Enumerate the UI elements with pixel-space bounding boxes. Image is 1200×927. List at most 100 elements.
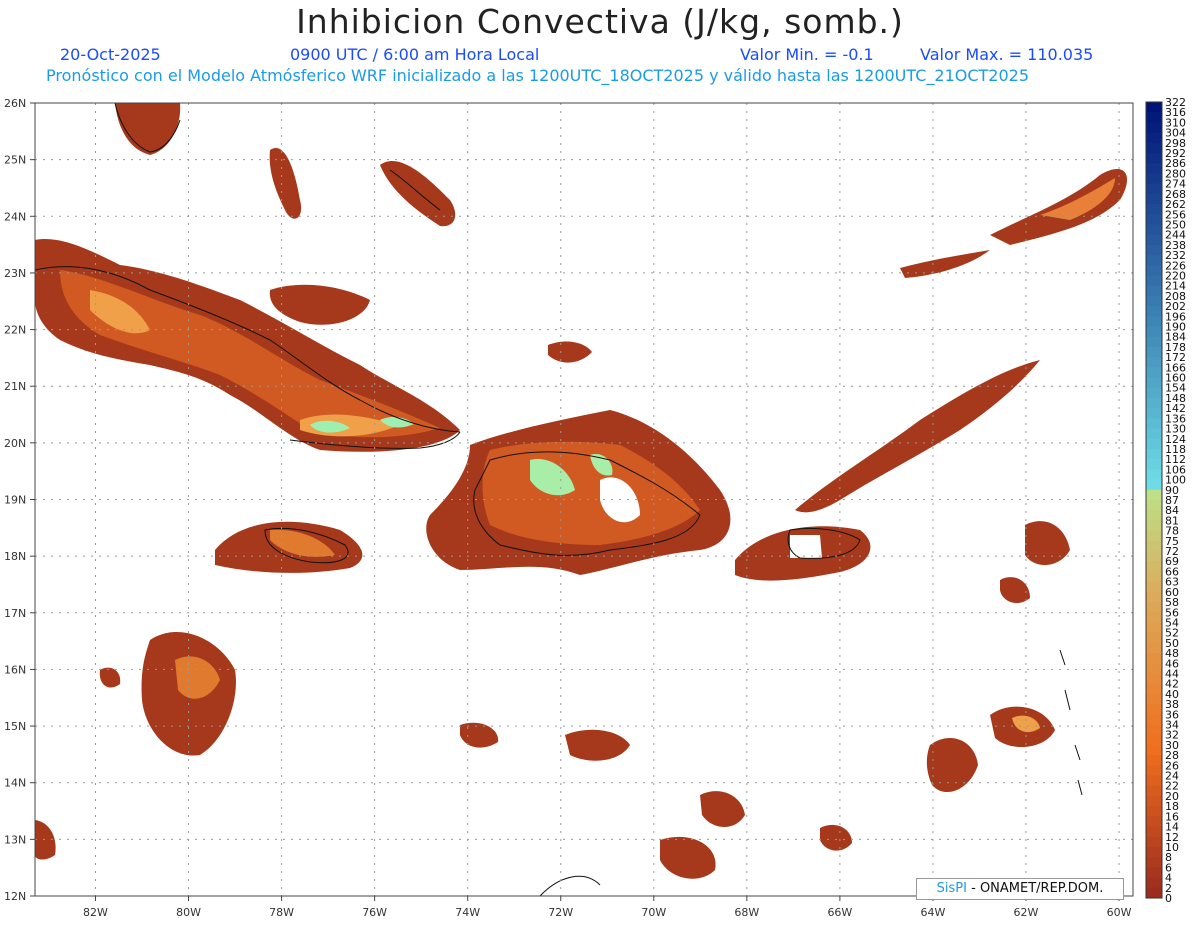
lon-label: 62W (1014, 906, 1039, 919)
lat-label: 23N (4, 267, 26, 280)
colorbar-swatch (1146, 102, 1162, 113)
colorbar-swatch (1146, 214, 1162, 225)
colorbar-swatch (1146, 816, 1162, 828)
colorbar-swatch (1146, 734, 1162, 746)
colorbar-swatch (1146, 693, 1162, 705)
colorbar-swatch (1146, 500, 1162, 511)
colorbar-swatch (1146, 418, 1162, 430)
colorbar-swatch (1146, 336, 1162, 348)
credit-org: - ONAMET/REP.DOM. (966, 881, 1104, 896)
colorbar-swatch (1146, 316, 1162, 328)
colorbar-swatch (1146, 612, 1162, 623)
colorbar-swatch (1146, 153, 1162, 164)
lon-label: 66W (827, 906, 852, 919)
colorbar-swatch (1146, 173, 1162, 185)
colorbar-swatch (1146, 806, 1162, 817)
colorbar-swatch (1146, 755, 1162, 766)
lat-label: 19N (4, 494, 26, 507)
colorbar-swatch (1146, 306, 1162, 317)
colorbar-swatch (1146, 602, 1162, 613)
colorbar: 3223163103042982922862802742682622562502… (1145, 96, 1186, 905)
colorbar-swatch (1146, 224, 1162, 236)
colorbar-swatch (1146, 469, 1162, 481)
colorbar-swatch (1146, 673, 1162, 685)
colorbar-swatch (1146, 367, 1162, 379)
colorbar-swatch (1146, 663, 1162, 674)
colorbar-swatch (1146, 438, 1162, 450)
lon-label: 64W (921, 906, 946, 919)
lon-label: 80W (176, 906, 201, 919)
colorbar-swatch (1146, 551, 1162, 562)
lat-label: 22N (4, 324, 26, 337)
colorbar-swatch (1146, 826, 1162, 838)
colorbar-swatch (1146, 142, 1162, 154)
colorbar-swatch (1146, 326, 1162, 338)
colorbar-swatch (1146, 255, 1162, 266)
latitude-labels: 26N 25N 24N 23N 22N 21N 20N 19N 18N 17N 16N 15N 14N 1… (4, 97, 35, 903)
colorbar-swatch (1146, 397, 1162, 409)
cin-map: 26N 25N 24N 23N 22N 21N 20N 19N 18N 17N 16N 15N 14N 1… (4, 96, 1186, 919)
colorbar-swatch (1146, 714, 1162, 726)
colorbar-swatch (1146, 285, 1162, 297)
colorbar-swatch (1146, 704, 1162, 715)
lon-label: 74W (455, 906, 480, 919)
colorbar-swatch (1146, 530, 1162, 542)
colorbar-swatch (1146, 877, 1162, 889)
colorbar-swatch (1146, 448, 1162, 460)
colorbar-swatch (1146, 642, 1162, 654)
colorbar-swatch (1146, 275, 1162, 287)
colorbar-swatch (1146, 377, 1162, 389)
colorbar-swatch (1146, 428, 1162, 440)
colorbar-swatch (1146, 581, 1162, 593)
colorbar-label: 0 (1165, 892, 1172, 905)
colorbar-swatch (1146, 163, 1162, 174)
lat-label: 17N (4, 607, 26, 620)
colorbar-swatch (1146, 204, 1162, 215)
colorbar-swatch (1146, 785, 1162, 797)
colorbar-swatch (1146, 295, 1162, 307)
colorbar-swatch (1146, 234, 1162, 246)
lat-label: 15N (4, 720, 26, 733)
colorbar-swatch (1146, 122, 1162, 134)
lat-label: 25N (4, 154, 26, 167)
colorbar-swatch (1146, 683, 1162, 695)
colorbar-swatch (1146, 765, 1162, 777)
colorbar-swatch (1146, 632, 1162, 644)
lat-label: 26N (4, 97, 26, 110)
colorbar-swatch (1146, 520, 1162, 532)
credit-box: SisPI - ONAMET/REP.DOM. (916, 878, 1124, 900)
colorbar-swatch (1146, 653, 1162, 664)
colorbar-swatch (1146, 112, 1162, 123)
lon-label: 78W (269, 906, 294, 919)
lon-label: 82W (83, 906, 108, 919)
lat-label: 21N (4, 380, 26, 393)
sispi-logo: SisPI (936, 881, 967, 896)
colorbar-swatch (1146, 887, 1162, 899)
colorbar-swatch (1146, 183, 1162, 195)
colorbar-swatch (1146, 857, 1162, 868)
colorbar-swatch (1146, 357, 1162, 368)
colorbar-swatch (1146, 510, 1162, 521)
lat-label: 20N (4, 437, 26, 450)
lat-label: 13N (4, 833, 26, 846)
colorbar-swatch (1146, 867, 1162, 879)
colorbar-swatch (1146, 591, 1162, 603)
colorbar-swatch (1146, 459, 1162, 470)
lat-label: 12N (4, 890, 26, 903)
colorbar-swatch (1146, 724, 1162, 736)
colorbar-swatch (1146, 132, 1162, 144)
colorbar-swatch (1146, 540, 1162, 552)
colorbar-swatch (1146, 408, 1162, 419)
colorbar-swatch (1146, 836, 1162, 848)
colorbar-swatch (1146, 561, 1162, 572)
lon-label: 70W (641, 906, 666, 919)
lon-label: 68W (734, 906, 759, 919)
lat-label: 16N (4, 663, 26, 676)
colorbar-swatch (1146, 775, 1162, 787)
lat-label: 24N (4, 210, 26, 223)
colorbar-swatch (1146, 346, 1162, 358)
colorbar-swatch (1146, 489, 1162, 501)
colorbar-swatch (1146, 622, 1162, 634)
colorbar-swatch (1146, 387, 1162, 399)
colorbar-swatch (1146, 265, 1162, 276)
